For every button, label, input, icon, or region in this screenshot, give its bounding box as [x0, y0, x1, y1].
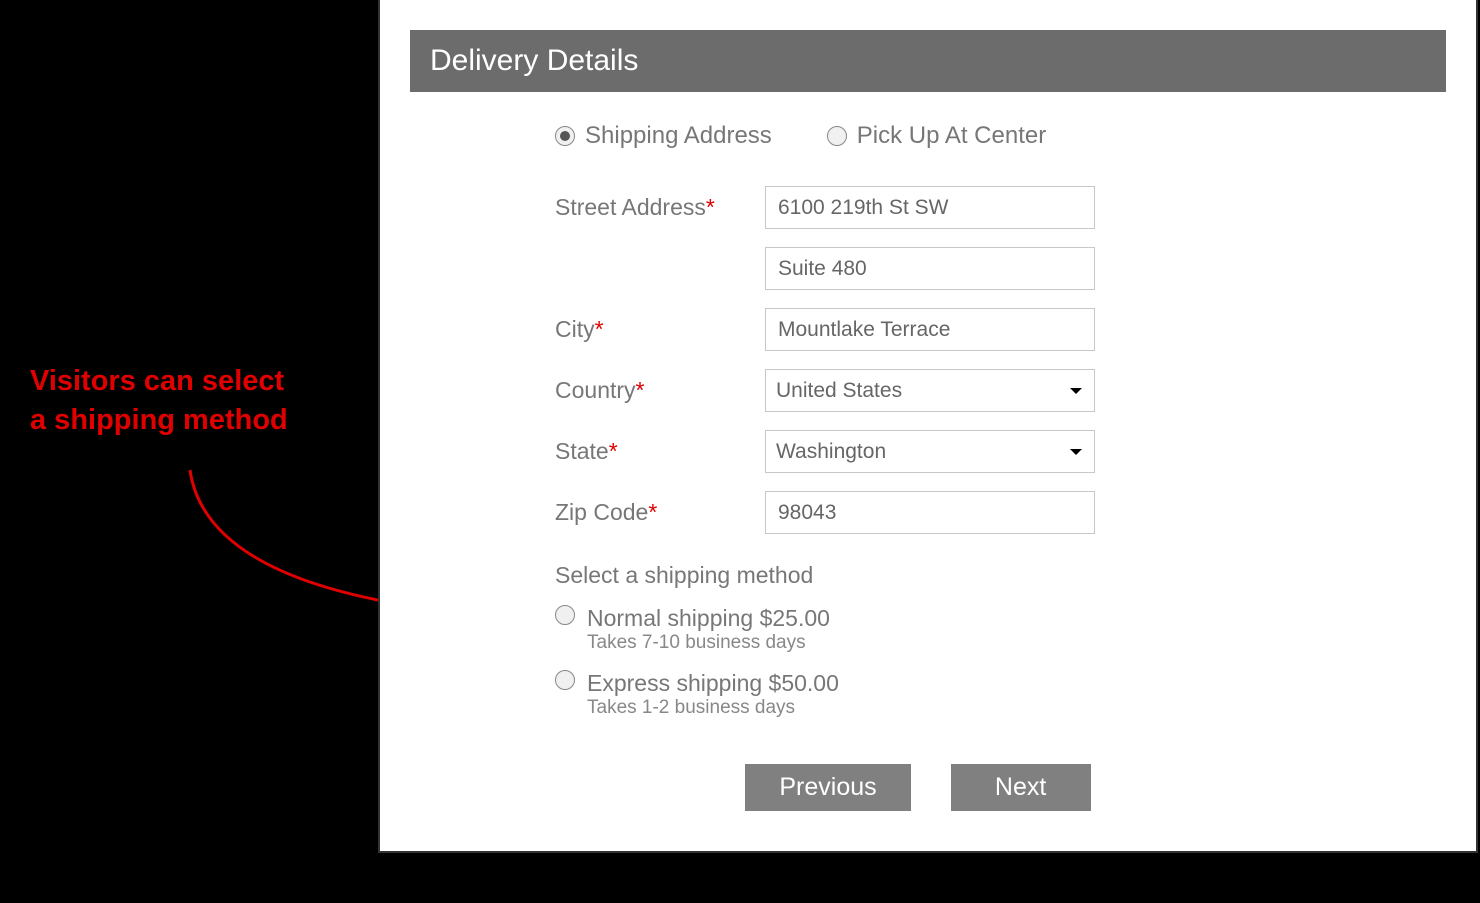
row-zip: Zip Code*: [555, 491, 1456, 534]
radio-icon: [555, 126, 575, 146]
row-street2: [555, 247, 1456, 290]
panel-title: Delivery Details: [410, 30, 1446, 92]
next-button[interactable]: Next: [951, 764, 1091, 811]
label-city: City*: [555, 316, 765, 343]
label-zip: Zip Code*: [555, 499, 765, 526]
shipping-option-sub: Takes 7-10 business days: [587, 632, 830, 654]
street-address-line2-input[interactable]: [765, 247, 1095, 290]
row-state: State* Washington: [555, 430, 1456, 473]
shipping-option-express[interactable]: Express shipping $50.00 Takes 1-2 busine…: [555, 670, 1456, 719]
radio-icon: [555, 605, 575, 625]
delivery-panel: Delivery Details Shipping Address Pick U…: [378, 0, 1478, 853]
label-street: Street Address*: [555, 194, 765, 221]
row-country: Country* United States: [555, 369, 1456, 412]
radio-pickup-at-center[interactable]: Pick Up At Center: [827, 122, 1046, 150]
row-city: City*: [555, 308, 1456, 351]
zip-code-input[interactable]: [765, 491, 1095, 534]
city-input[interactable]: [765, 308, 1095, 351]
radio-icon: [555, 670, 575, 690]
form-area: Shipping Address Pick Up At Center Stree…: [380, 92, 1476, 811]
button-row: Previous Next: [380, 764, 1456, 811]
previous-button[interactable]: Previous: [745, 764, 910, 811]
radio-label: Pick Up At Center: [857, 122, 1046, 150]
shipping-option-sub: Takes 1-2 business days: [587, 697, 839, 719]
shipping-option-normal[interactable]: Normal shipping $25.00 Takes 7-10 busine…: [555, 605, 1456, 654]
radio-label: Shipping Address: [585, 122, 772, 150]
label-country: Country*: [555, 377, 765, 404]
radio-shipping-address[interactable]: Shipping Address: [555, 122, 772, 150]
shipping-option-title: Normal shipping $25.00: [587, 605, 830, 632]
shipping-method-section-label: Select a shipping method: [555, 562, 1456, 589]
street-address-line1-input[interactable]: [765, 186, 1095, 229]
country-select[interactable]: United States: [765, 369, 1095, 412]
annotation-text: Visitors can select a shipping method: [30, 362, 370, 440]
row-street: Street Address*: [555, 186, 1456, 229]
state-select[interactable]: Washington: [765, 430, 1095, 473]
shipping-option-title: Express shipping $50.00: [587, 670, 839, 697]
delivery-mode-row: Shipping Address Pick Up At Center: [555, 122, 1456, 150]
radio-icon: [827, 126, 847, 146]
label-state: State*: [555, 438, 765, 465]
